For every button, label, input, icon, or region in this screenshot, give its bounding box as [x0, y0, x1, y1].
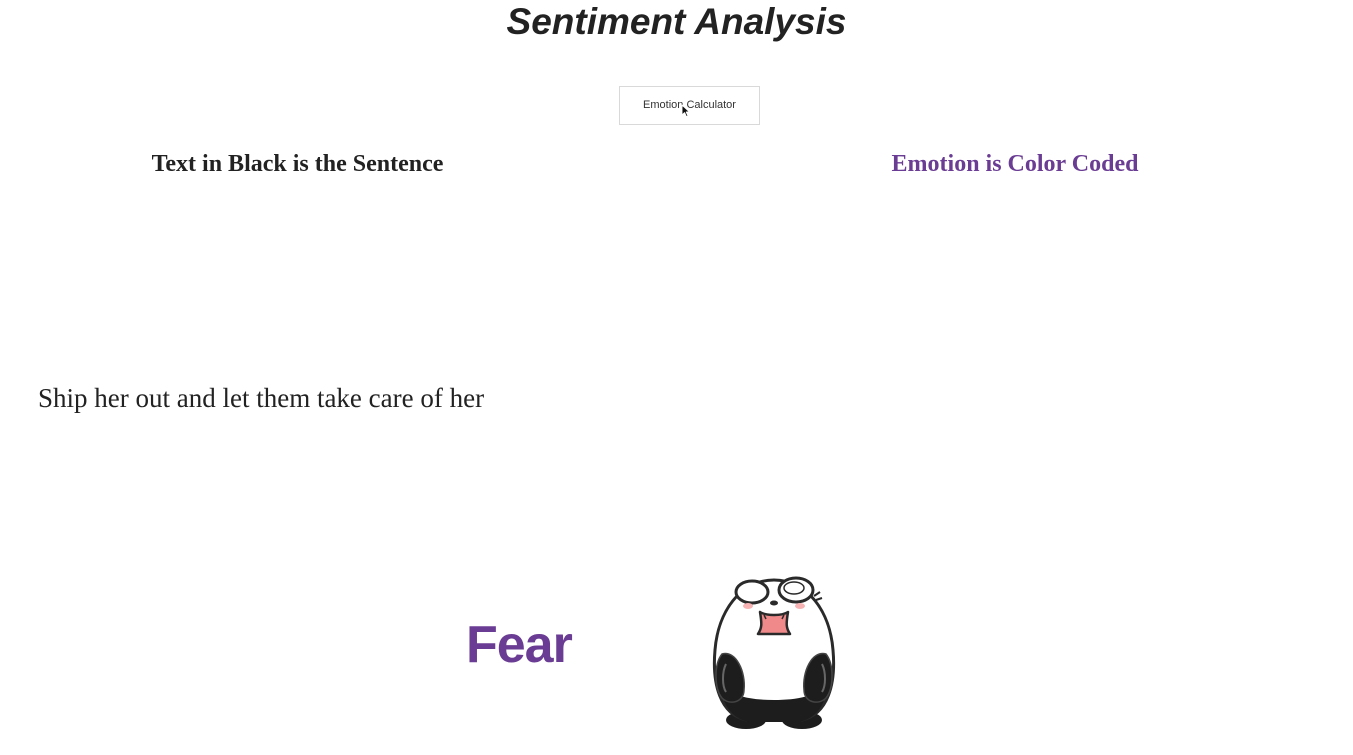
- emotion-heading: Emotion is Color Coded: [891, 151, 1139, 177]
- page-title: Sentiment Analysis: [506, 1, 847, 42]
- emotion-result-label: Fear: [466, 616, 573, 674]
- analyzed-sentence: Ship her out and let them take care of h…: [38, 383, 485, 413]
- mouse-pointer-icon: [681, 104, 691, 118]
- sentence-heading: Text in Black is the Sentence: [151, 151, 444, 177]
- scared-panda-icon: [712, 576, 836, 729]
